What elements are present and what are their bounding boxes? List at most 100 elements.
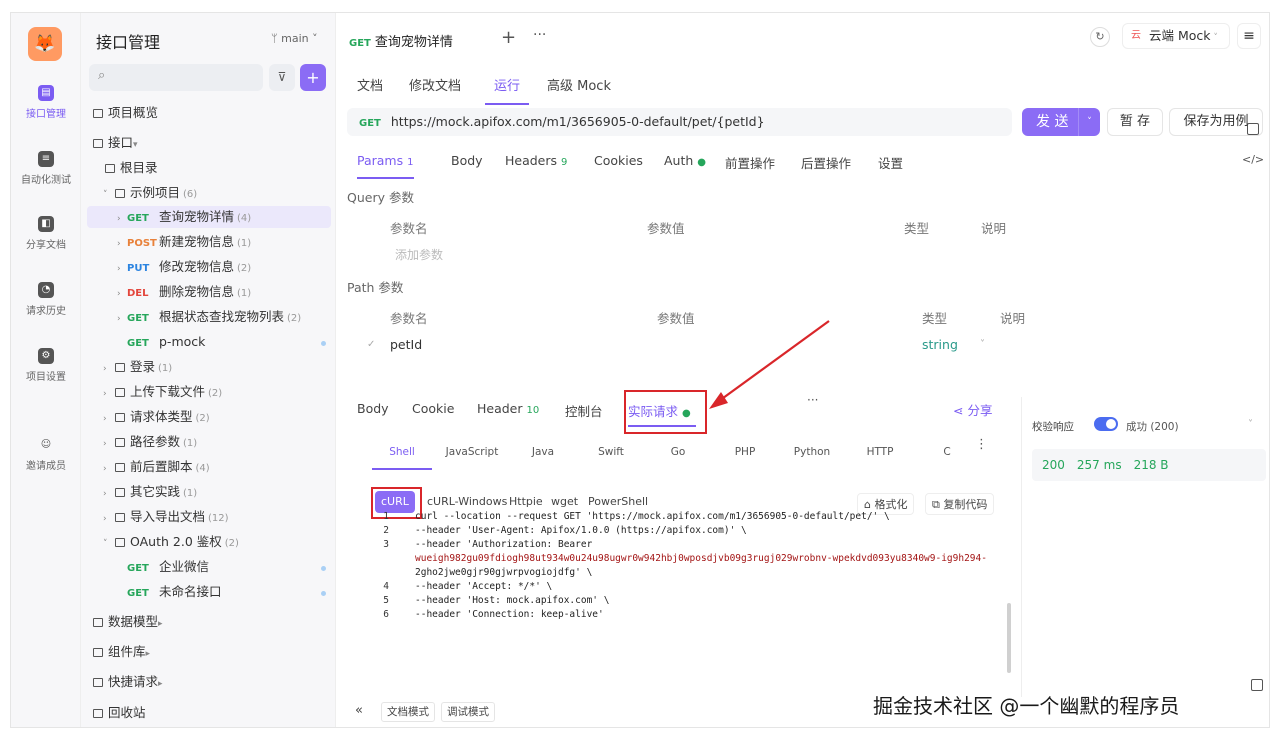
tree-endpoint[interactable]: › DEL 删除宠物信息 (1) — [117, 281, 251, 303]
new-tab-button[interactable]: + — [501, 27, 516, 48]
rail-invite-member[interactable]: ☺ 邀请成员 — [11, 437, 81, 472]
tab-body[interactable]: Body — [451, 153, 483, 179]
tree-item-recycle[interactable]: 回收站 — [91, 702, 146, 724]
rail-automation-test[interactable]: ≡ 自动化测试 — [11, 151, 81, 186]
chevron-down-icon[interactable]: ˅ — [1078, 108, 1100, 136]
resp-tab-header[interactable]: Header 10 — [477, 401, 539, 416]
resp-tab-console[interactable]: 控制台 — [565, 401, 603, 420]
tree-item-components[interactable]: 组件库 ▸ — [91, 641, 156, 663]
tab-settings[interactable]: 设置 — [878, 153, 903, 179]
plus-icon: + — [306, 68, 320, 87]
tree-folder[interactable]: › 路径参数 (1) — [103, 431, 197, 453]
code-tab-powershell[interactable]: PowerShell — [582, 491, 654, 513]
tree-item-data-model[interactable]: 数据模型 ▸ — [91, 611, 168, 633]
save-draft-button[interactable]: 暂 存 — [1107, 108, 1163, 136]
code-tab-wget[interactable]: wget — [545, 491, 584, 513]
col-header: 参数值 — [657, 311, 695, 326]
debug-mode-button[interactable]: 调试模式 — [441, 702, 495, 722]
tree-endpoint[interactable]: › POST 新建宠物信息 (1) — [117, 231, 251, 253]
tree-folder[interactable]: › 登录 (1) — [103, 356, 172, 378]
validate-result[interactable]: 成功 (200) — [1126, 419, 1179, 434]
tree-endpoint[interactable]: › PUT 修改宠物信息 (2) — [117, 256, 251, 278]
menu-button[interactable]: ≡ — [1237, 23, 1261, 49]
rail-history[interactable]: ◔ 请求历史 — [11, 282, 81, 317]
code-tab-httpie[interactable]: Httpie — [503, 491, 549, 513]
tab-post-ops[interactable]: 后置操作 — [801, 153, 851, 179]
tree-folder[interactable]: › 导入导出文档 (12) — [103, 506, 229, 528]
chevron-down-icon[interactable]: ˅ — [980, 339, 985, 350]
add-button[interactable]: + — [300, 64, 326, 91]
tree-folder[interactable]: › 前后置脚本 (4) — [103, 456, 210, 478]
tree-endpoint[interactable]: › GET 查询宠物详情 (4) — [87, 206, 331, 228]
tree-folder[interactable]: › 上传下载文件 (2) — [103, 381, 222, 403]
tab-params[interactable]: Params 1 — [357, 153, 414, 179]
rail-share-doc[interactable]: ◧ 分享文档 — [11, 216, 81, 251]
tab-advanced-mock[interactable]: 高级 Mock — [547, 75, 611, 105]
more-tabs-button[interactable]: ··· — [533, 27, 546, 43]
tree-item-root[interactable]: 根目录 — [103, 157, 158, 179]
save-as-case-button[interactable]: 保存为用例 — [1169, 108, 1263, 136]
lang-tab-go[interactable]: Go — [648, 446, 708, 458]
rail-api-management[interactable]: ▤ 接口管理 — [11, 85, 81, 120]
tab-run[interactable]: 运行 — [485, 75, 529, 105]
tab-doc[interactable]: 文档 — [357, 75, 383, 105]
doc-mode-button[interactable]: 文档模式 — [381, 702, 435, 722]
panel-toggle-icon[interactable] — [1251, 679, 1263, 691]
lang-tab-php[interactable]: PHP — [715, 446, 775, 458]
resp-tab-cookie[interactable]: Cookie — [412, 401, 454, 416]
tab-edit-doc[interactable]: 修改文档 — [409, 75, 461, 105]
resp-tab-body[interactable]: Body — [357, 401, 389, 416]
code-tab-curl-windows[interactable]: cURL-Windows — [421, 491, 513, 513]
param-type-select[interactable]: string — [922, 337, 958, 352]
lang-tab-http[interactable]: HTTP — [850, 446, 910, 458]
scrollbar[interactable] — [1007, 603, 1011, 673]
tree-folder-example[interactable]: ˅ 示例项目 (6) — [103, 182, 197, 204]
tab-headers[interactable]: Headers 9 — [505, 153, 567, 179]
lang-tab-javascript[interactable]: JavaScript — [442, 446, 502, 458]
line-number: 2 — [383, 525, 389, 536]
tab-auth[interactable]: Auth ● — [664, 153, 706, 179]
lang-tab-python[interactable]: Python — [782, 446, 842, 458]
status-code: 200 — [1042, 458, 1065, 472]
tree-folder-oauth[interactable]: ˅ OAuth 2.0 鉴权 (2) — [103, 531, 239, 553]
tree-item-overview[interactable]: 项目概览 — [91, 102, 158, 124]
plus-icon: + — [501, 27, 517, 48]
tree-item-apis[interactable]: 接口 ▾ — [91, 132, 143, 154]
tree-endpoint[interactable]: › GET 根据状态查找宠物列表 (2) — [117, 306, 301, 328]
tab-pre-ops[interactable]: 前置操作 — [725, 153, 775, 179]
validate-toggle[interactable] — [1094, 417, 1118, 431]
lang-tab-swift[interactable]: Swift — [581, 446, 641, 458]
filter-button[interactable]: ⊽ — [269, 64, 295, 91]
environment-select[interactable]: 云云端 Mock ˅ — [1122, 23, 1230, 49]
folder-icon — [115, 513, 125, 522]
search-input[interactable]: ⌕ — [89, 64, 263, 91]
col-header: 类型 — [922, 311, 948, 326]
tree-item-quick-request[interactable]: 快捷请求 ▸ — [91, 671, 168, 693]
send-button[interactable]: 发 送 ˅ — [1022, 108, 1100, 136]
app-window: 🦊 ▤ 接口管理 ≡ 自动化测试 ◧ 分享文档 ◔ 请求历史 ⚙ 项目设置 ☺ 邀请成员 接… — [10, 12, 1270, 728]
response-time: 257 ms — [1076, 458, 1122, 472]
rail-project-settings[interactable]: ⚙ 项目设置 — [11, 348, 81, 383]
tree-folder[interactable]: › 其它实践 (1) — [103, 481, 197, 503]
add-param-input[interactable]: 添加参数 — [395, 246, 443, 263]
more-vertical-icon[interactable]: ⋮ — [975, 437, 988, 452]
branch-selector[interactable]: ᛘ main ˅ — [271, 32, 318, 45]
lang-tab-c[interactable]: C — [917, 446, 977, 458]
open-tab[interactable]: GET 查询宠物详情 — [349, 31, 453, 50]
collapse-icon[interactable]: « — [355, 703, 363, 718]
annotation-arrow — [709, 320, 830, 409]
lang-tab-shell[interactable]: Shell — [372, 446, 432, 470]
lang-tab-java[interactable]: Java — [513, 446, 573, 458]
chevron-down-icon: ˅ — [1210, 33, 1218, 43]
tree-folder[interactable]: › 请求体类型 (2) — [103, 406, 210, 428]
url-input[interactable]: GET https://mock.apifox.com/m1/3656905-0-… — [347, 108, 1012, 136]
check-icon[interactable]: ✓ — [367, 339, 375, 350]
share-button[interactable]: ⋖ 分享 — [953, 400, 992, 419]
chevron-down-icon[interactable]: ˅ — [1248, 419, 1253, 430]
tree-endpoint[interactable]: GET p-mock — [127, 331, 205, 353]
tree-endpoint[interactable]: GET 企业微信 — [127, 556, 209, 578]
tab-cookies[interactable]: Cookies — [594, 153, 643, 179]
code-icon[interactable]: </> — [1242, 153, 1264, 166]
refresh-button[interactable]: ↻ — [1090, 27, 1110, 47]
tree-endpoint[interactable]: GET 未命名接口 — [127, 581, 222, 603]
